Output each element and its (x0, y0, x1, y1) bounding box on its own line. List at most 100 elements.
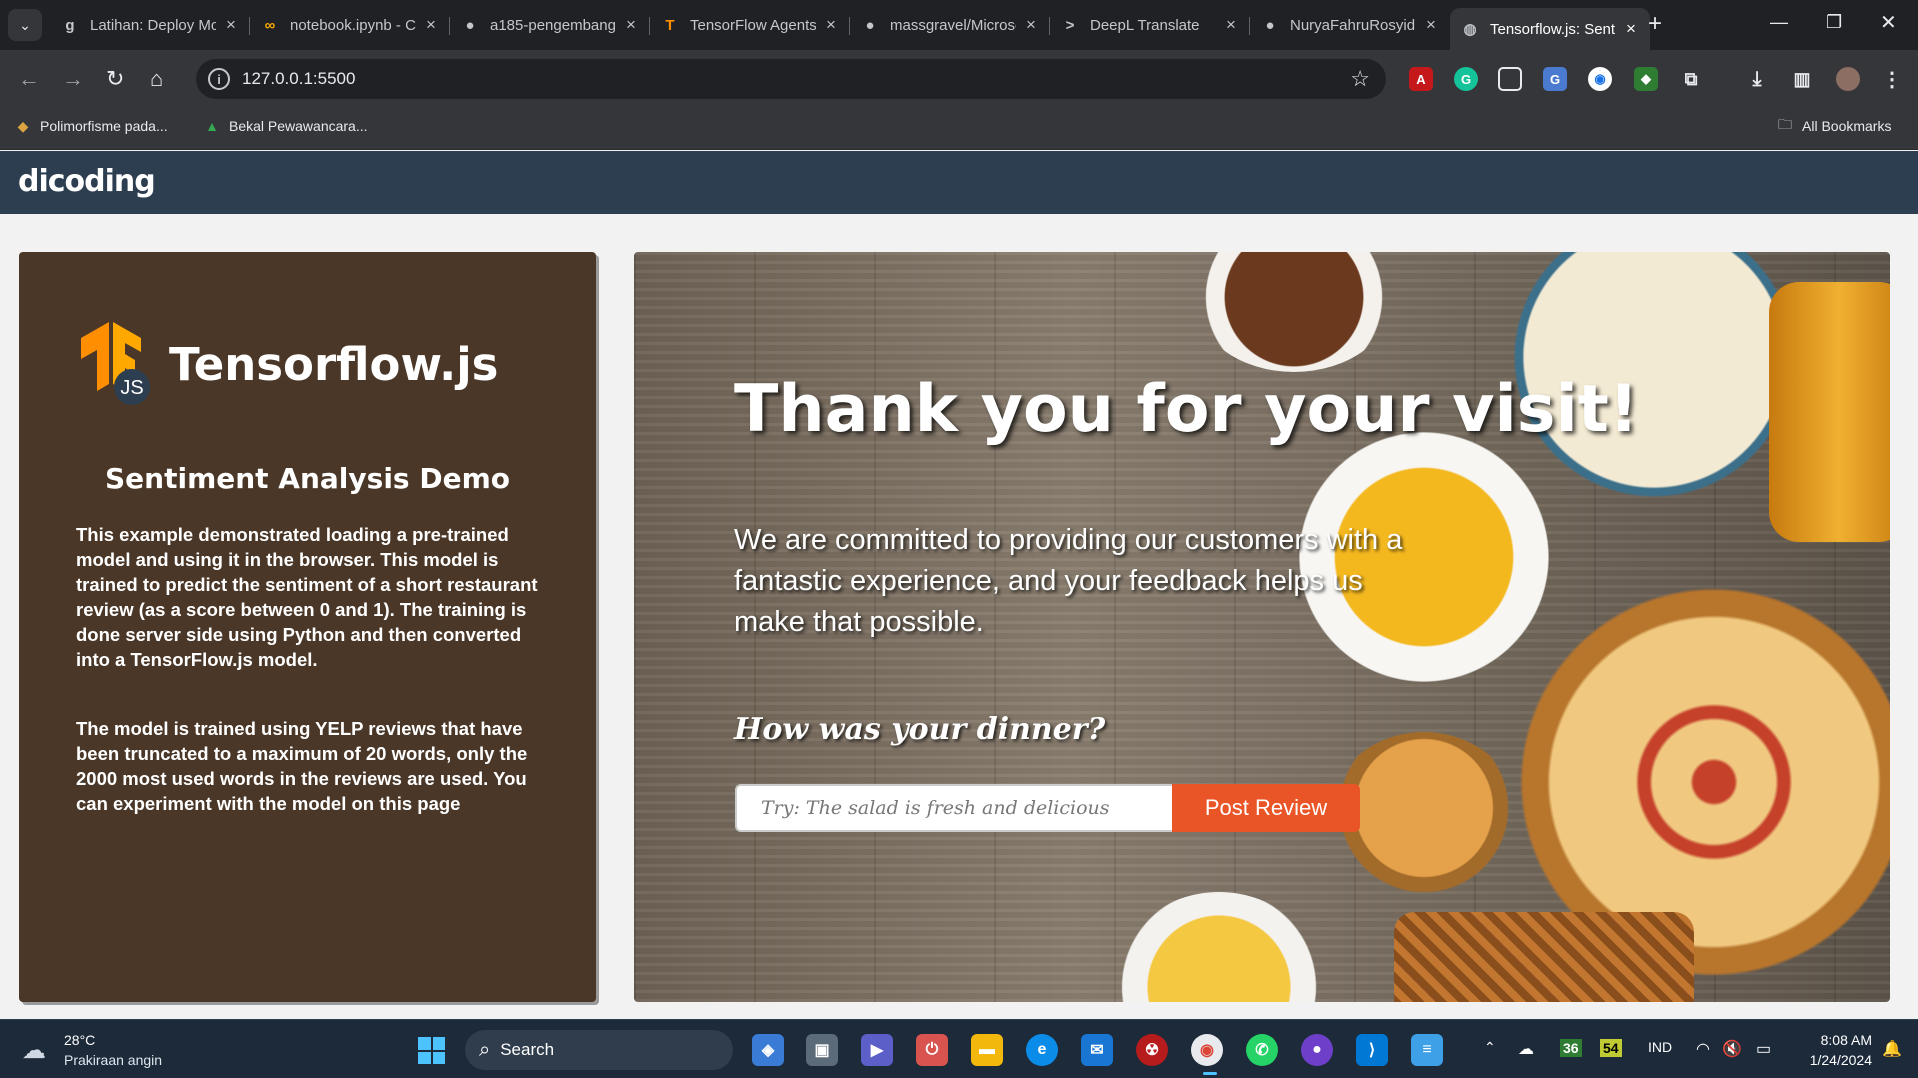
beer-glass-image (1769, 282, 1890, 542)
weather-description[interactable]: Prakiraan angin (64, 1052, 162, 1068)
thank-you-heading: Thank you for your visit! (734, 372, 1639, 447)
site-info-icon[interactable]: i (208, 68, 230, 90)
bookmark-bekal[interactable]: ▲ Bekal Pewawancara... (203, 117, 368, 135)
pdf-extension-icon[interactable]: A (1409, 67, 1433, 91)
clock-time[interactable]: 8:08 AM (1792, 1032, 1872, 1048)
grammarly-icon[interactable]: G (1454, 67, 1478, 91)
restore-icon[interactable]: ❐ (1826, 12, 1842, 33)
new-tab-plus-icon[interactable]: + (1648, 10, 1662, 38)
antivirus-app-icon[interactable]: ☢ (1136, 1034, 1168, 1066)
tab-title: TensorFlow Agents (690, 16, 816, 34)
windows-start-icon[interactable] (418, 1037, 445, 1064)
dicoding-logo[interactable]: dicoding (18, 164, 156, 199)
all-bookmarks[interactable]: 🗀 All Bookmarks (1776, 116, 1892, 135)
tray-badge-2[interactable]: 54 (1600, 1039, 1622, 1057)
script-extension-icon[interactable]: ◆ (1634, 67, 1658, 91)
tab-latihan[interactable]: g Latihan: Deploy Model × (50, 8, 250, 42)
reload-icon[interactable]: ↻ (106, 66, 124, 92)
globe-icon: ◍ (1463, 21, 1477, 38)
tab-notebook[interactable]: ∞ notebook.ipynb - Colab × (250, 8, 450, 42)
demo-title: Sentiment Analysis Demo (105, 462, 510, 495)
close-window-icon[interactable]: ✕ (1880, 10, 1897, 35)
dicoding-icon: g (65, 16, 75, 34)
chips-bowl-image (1114, 892, 1324, 1002)
file-explorer-icon[interactable]: ▬ (971, 1034, 1003, 1066)
close-icon[interactable]: × (1022, 15, 1040, 35)
tab-search-button[interactable]: ⌄ (8, 9, 42, 41)
chrome-running-indicator (1203, 1072, 1217, 1075)
profile-avatar[interactable] (1836, 67, 1860, 91)
tab-title: DeepL Translate (1090, 16, 1200, 34)
notepad-app-icon[interactable]: ≡ (1411, 1034, 1443, 1066)
colorful-extension-icon[interactable]: ◉ (1588, 67, 1612, 91)
extensions-puzzle-icon[interactable]: ⧉ (1679, 67, 1703, 91)
close-icon[interactable]: × (222, 15, 240, 35)
tab-title: Latihan: Deploy Model (90, 16, 216, 34)
vscode-app-icon[interactable]: ⟩ (1356, 1034, 1388, 1066)
weather-wind-icon[interactable]: ☁ (22, 1036, 46, 1065)
speaker-muted-icon[interactable]: 🔇 (1722, 1039, 1742, 1059)
taskbar-search[interactable]: ⌕ Search (465, 1030, 733, 1070)
tab-massgravel[interactable]: ● massgravel/Microsoft × (850, 8, 1050, 42)
svg-text:JS: JS (120, 377, 143, 399)
wifi-icon[interactable]: ◠ (1696, 1039, 1710, 1059)
menu-dots-icon[interactable]: ⋮ (1880, 67, 1904, 91)
whatsapp-app-icon[interactable]: ✆ (1246, 1034, 1278, 1066)
address-bar[interactable]: i 127.0.0.1:5500 ☆ (196, 59, 1386, 99)
tab-nuryafahru[interactable]: ● NuryaFahruRosyid × (1250, 8, 1450, 42)
dicoding-bookmark-icon: ◆ (17, 117, 29, 134)
search-icon: ⌕ (479, 1038, 491, 1061)
teams-app-icon[interactable]: ▶ (861, 1034, 893, 1066)
minimize-icon[interactable]: — (1770, 12, 1788, 33)
windows-taskbar: ☁ 28°C Prakiraan angin ⌕ Search ◈ ▣ ▶ ⏻ … (0, 1019, 1918, 1078)
site-header: dicoding (0, 151, 1918, 214)
tab-a185[interactable]: ● a185-pengembangan × (450, 8, 650, 42)
language-indicator[interactable]: IND (1648, 1039, 1672, 1055)
close-icon[interactable]: × (1422, 15, 1440, 35)
github-desktop-icon[interactable]: ● (1301, 1034, 1333, 1066)
notification-bell-icon[interactable]: 🔔 (1882, 1039, 1902, 1059)
tensorflow-logo-icon: JS (81, 322, 150, 405)
copilot-app-icon[interactable]: ◈ (752, 1034, 784, 1066)
chevron-down-icon: ⌄ (19, 16, 31, 33)
description-paragraph-1: This example demonstrated loading a pre-… (76, 524, 538, 670)
tab-tensorflowjs-active[interactable]: ◍ Tensorflow.js: Sentiment × (1450, 8, 1650, 50)
tab-title: massgravel/Microsoft (890, 16, 1016, 34)
power-app-icon[interactable]: ⏻ (916, 1034, 948, 1066)
forward-arrow-icon[interactable]: → (62, 66, 84, 92)
download-icon[interactable]: ⤓ (1745, 67, 1769, 91)
review-hero: Thank you for your visit! We are committ… (634, 252, 1890, 1002)
mail-app-icon[interactable]: ✉ (1081, 1034, 1113, 1066)
tab-tensorflow-agents[interactable]: T TensorFlow Agents × (650, 8, 850, 42)
close-icon[interactable]: × (822, 15, 840, 35)
close-icon[interactable]: × (1222, 15, 1240, 35)
close-icon[interactable]: × (422, 15, 440, 35)
task-view-icon[interactable]: ▣ (806, 1034, 838, 1066)
close-icon[interactable]: × (622, 15, 640, 35)
dinner-question: How was your dinner? (734, 712, 1106, 747)
side-panel-icon[interactable]: ▥ (1790, 67, 1814, 91)
translate-extension-icon[interactable]: G (1543, 67, 1567, 91)
chevron-up-icon[interactable]: ⌃ (1484, 1039, 1496, 1056)
tab-title: Tensorflow.js: Sentiment (1490, 20, 1616, 38)
bookmark-label: Bekal Pewawancara... (229, 118, 368, 134)
back-arrow-icon[interactable]: ← (18, 66, 40, 92)
all-bookmarks-label: All Bookmarks (1802, 118, 1892, 134)
clock-date[interactable]: 1/24/2024 (1792, 1052, 1872, 1068)
battery-icon[interactable]: ▭ (1756, 1039, 1771, 1059)
edge-browser-icon[interactable]: e (1026, 1034, 1058, 1066)
review-input[interactable] (735, 784, 1172, 832)
chrome-app-icon[interactable]: ◉ (1191, 1034, 1223, 1066)
bookmark-polimorfisme[interactable]: ◆ Polimorfisme pada... (14, 117, 168, 135)
onedrive-cloud-icon[interactable]: ☁ (1518, 1039, 1534, 1059)
tray-badge-1[interactable]: 36 (1560, 1039, 1582, 1057)
home-icon[interactable]: ⌂ (150, 66, 163, 92)
post-review-button[interactable]: Post Review (1172, 784, 1360, 832)
bookmark-star-icon[interactable]: ☆ (1350, 66, 1370, 92)
colab-icon: ∞ (264, 16, 276, 34)
weather-temperature[interactable]: 28°C (64, 1032, 95, 1048)
close-icon[interactable]: × (1622, 19, 1640, 39)
url-text[interactable]: 127.0.0.1:5500 (242, 69, 355, 89)
tab-deepl[interactable]: > DeepL Translate × (1050, 8, 1250, 42)
screen-extension-icon[interactable] (1498, 67, 1522, 91)
